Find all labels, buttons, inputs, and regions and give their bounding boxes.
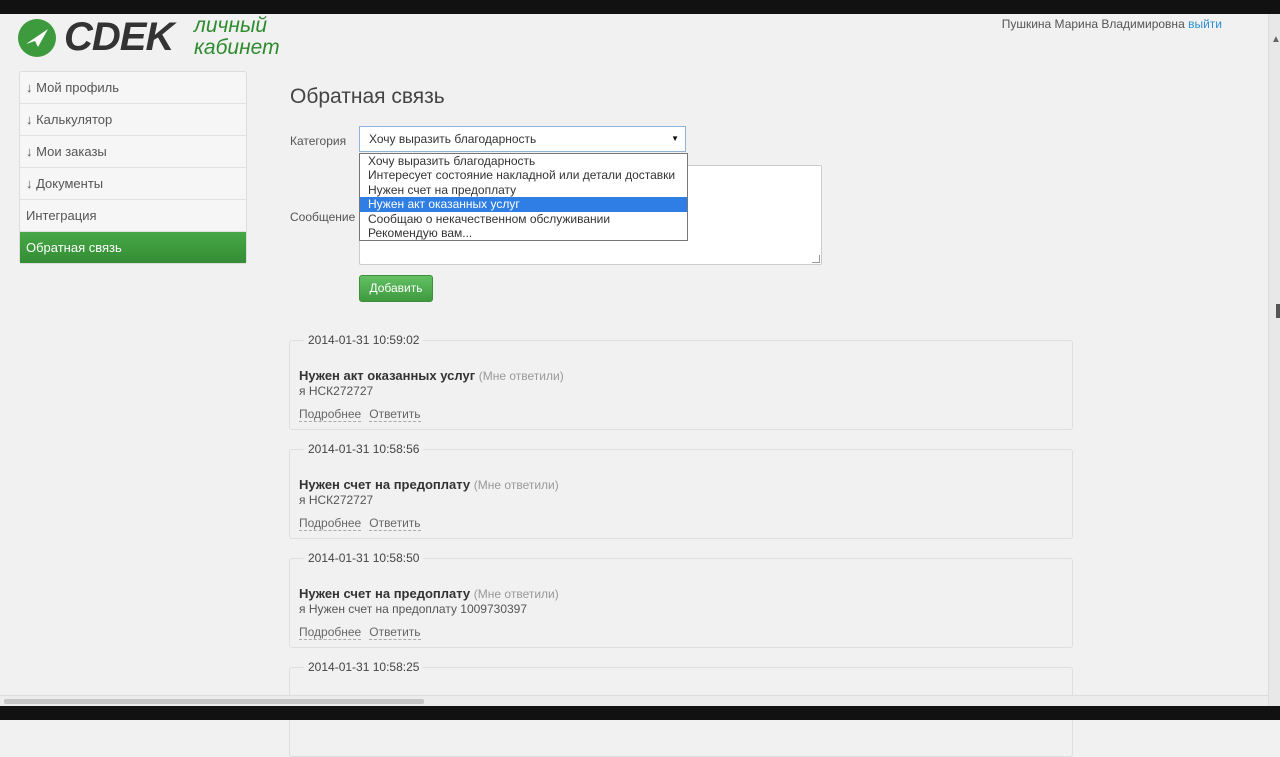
entry-title: Нужен счет на предоплату (Мне ответили) — [299, 586, 559, 601]
logo-wordmark: CDEK — [64, 15, 174, 59]
logo-subtitle-line1: личный — [194, 14, 268, 37]
entry-title-text: Нужен счет на предоплату — [299, 586, 471, 601]
category-option[interactable]: Интересует состояние накладной или детал… — [360, 168, 687, 182]
entry-title-text: Нужен акт оказанных услуг — [299, 368, 476, 383]
entry-title: Нужен счет на предоплату (Мне ответили) — [299, 477, 559, 492]
category-option[interactable]: Сообщаю о некачественном обслуживании — [360, 212, 687, 226]
entry-status: (Мне ответили) — [478, 369, 564, 383]
feedback-entry: 2014-01-31 10:58:50 Нужен счет на предоп… — [289, 551, 1073, 648]
add-button[interactable]: Добавить — [359, 275, 433, 302]
entry-links: Подробнее Ответить — [299, 407, 429, 422]
user-name: Пушкина Марина Владимировна — [1001, 17, 1185, 31]
category-option[interactable]: Нужен счет на предоплату — [360, 183, 687, 197]
feedback-entry: 2014-01-31 10:58:56 Нужен счет на предоп… — [289, 442, 1073, 539]
bottom-black-bar — [0, 706, 1280, 720]
feedback-entry: 2014-01-31 10:59:02 Нужен акт оказанных … — [289, 333, 1073, 430]
category-label: Категория — [290, 134, 347, 148]
category-dropdown-list: Хочу выразить благодарность Интересует с… — [359, 153, 688, 241]
horizontal-scroll-thumb[interactable] — [4, 699, 424, 704]
details-link[interactable]: Подробнее — [299, 516, 362, 531]
sidebar-item-feedback[interactable]: Обратная связь — [20, 232, 246, 263]
entry-date: 2014-01-31 10:59:02 — [304, 333, 424, 347]
entry-date: 2014-01-31 10:58:25 — [304, 660, 424, 674]
dropdown-arrow-icon: ▼ — [671, 134, 679, 143]
scroll-up-arrow-icon[interactable]: ▲ — [1271, 35, 1280, 45]
page-title: Обратная связь — [290, 85, 445, 108]
details-link[interactable]: Подробнее — [299, 625, 362, 640]
sidebar-item-integration[interactable]: Интеграция — [20, 200, 246, 232]
logo-emblem-icon — [18, 19, 56, 57]
logo-subtitle-line2: кабинет — [194, 36, 280, 59]
logout-link[interactable]: выйти — [1188, 17, 1222, 31]
logo-subtitle: личный кабинет — [194, 15, 280, 59]
category-select[interactable]: Хочу выразить благодарность ▼ — [359, 126, 686, 152]
entry-date: 2014-01-31 10:58:56 — [304, 442, 424, 456]
entry-title-text: Нужен счет на предоплату — [299, 477, 471, 492]
entry-status: (Мне ответили) — [473, 478, 559, 492]
entry-date: 2014-01-31 10:58:50 — [304, 551, 424, 565]
sidebar-item-profile[interactable]: ↓ Мой профиль — [20, 72, 246, 104]
reply-link[interactable]: Ответить — [369, 625, 421, 640]
user-info: Пушкина Марина Владимировна выйти — [1002, 17, 1222, 31]
entry-title: Нужен акт оказанных услуг (Мне ответили) — [299, 368, 564, 383]
message-label: Сообщение — [290, 210, 356, 224]
category-option-highlighted[interactable]: Нужен акт оказанных услуг — [360, 197, 687, 212]
category-select-value: Хочу выразить благодарность — [369, 132, 537, 146]
sidebar-nav: ↓ Мой профиль ↓ Калькулятор ↓ Мои заказы… — [19, 71, 247, 264]
entry-author: я НСК272727 — [299, 493, 374, 507]
reply-link[interactable]: Ответить — [369, 407, 421, 422]
sidebar-item-calculator[interactable]: ↓ Калькулятор — [20, 104, 246, 136]
vertical-scrollbar[interactable]: ▲ — [1268, 14, 1280, 706]
entry-author: я НСК272727 — [299, 384, 374, 398]
entry-author: я Нужен счет на предоплату 1009730397 — [299, 602, 528, 616]
resize-handle-icon[interactable] — [812, 255, 820, 263]
category-option[interactable]: Хочу выразить благодарность — [360, 154, 687, 168]
details-link[interactable]: Подробнее — [299, 407, 362, 422]
sidebar-item-orders[interactable]: ↓ Мои заказы — [20, 136, 246, 168]
entry-status: (Мне ответили) — [473, 587, 559, 601]
sidebar-item-documents[interactable]: ↓ Документы — [20, 168, 246, 200]
top-black-bar — [0, 0, 1280, 14]
entry-links: Подробнее Ответить — [299, 516, 429, 531]
reply-link[interactable]: Ответить — [369, 516, 421, 531]
category-option[interactable]: Рекомендую вам... — [360, 226, 687, 240]
entry-links: Подробнее Ответить — [299, 625, 429, 640]
vertical-scroll-thumb[interactable] — [1276, 304, 1280, 318]
